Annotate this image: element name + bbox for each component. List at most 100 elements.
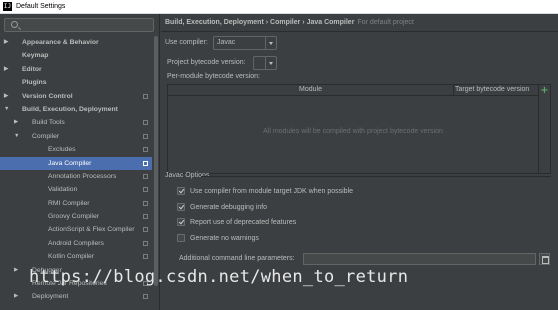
- table-toolbar: [538, 85, 551, 173]
- chevron-down-icon: [265, 57, 276, 69]
- breadcrumb: Build, Execution, Deployment › Compiler …: [165, 19, 414, 26]
- expanded-arrow-icon[interactable]: ▼: [14, 130, 19, 143]
- collapsed-arrow-icon[interactable]: ▶: [4, 63, 8, 76]
- column-header-module[interactable]: Module: [168, 86, 453, 93]
- sidebar-item-excludes[interactable]: Excludes: [0, 143, 152, 156]
- option-no-warnings[interactable]: Generate no warnings: [177, 232, 259, 244]
- sidebar-item-label: Version Control: [22, 92, 73, 100]
- sidebar-item-kotlin-compiler[interactable]: Kotlin Compiler: [0, 250, 152, 263]
- sidebar-item-label: Build, Execution, Deployment: [22, 105, 118, 113]
- sidebar-item-label: Keymap: [22, 52, 49, 60]
- sidebar-item-label: Appearance & Behavior: [22, 39, 99, 46]
- checkbox[interactable]: [177, 218, 185, 226]
- sidebar-item-deployment[interactable]: ▶ Deployment: [0, 290, 152, 303]
- sidebar-item-build-execution-deployment[interactable]: ▼ Build, Execution, Deployment: [0, 103, 152, 116]
- project-scope-icon: [143, 133, 148, 139]
- option-label: Generate debugging info: [190, 203, 268, 211]
- breadcrumb-hint: For default project: [357, 19, 414, 26]
- collapsed-arrow-icon[interactable]: ▶: [14, 290, 18, 303]
- additional-params-label: Additional command line parameters:: [179, 255, 295, 262]
- sidebar-item-label: Kotlin Compiler: [48, 253, 95, 261]
- sidebar-item-java-compiler[interactable]: Java Compiler: [0, 156, 152, 170]
- java-compiler-panel: Build, Execution, Deployment › Compiler …: [161, 14, 558, 310]
- project-scope-icon: [143, 254, 148, 260]
- project-scope-icon: [143, 214, 148, 220]
- use-compiler-value: Javac: [217, 39, 236, 46]
- per-module-label: Per-module bytecode version:: [167, 73, 260, 80]
- intellij-app-icon: IJ: [3, 2, 12, 11]
- project-scope-icon: [143, 227, 148, 233]
- project-bytecode-select[interactable]: [253, 56, 277, 70]
- option-label: Use compiler from module target JDK when…: [190, 187, 354, 195]
- add-icon[interactable]: +: [540, 86, 549, 96]
- checkbox[interactable]: [177, 234, 185, 242]
- sidebar-item-build-tools[interactable]: ▶ Build Tools: [0, 116, 152, 129]
- sidebar-item-keymap[interactable]: Keymap: [0, 49, 152, 62]
- sidebar-item-label: Groovy Compiler: [48, 213, 99, 221]
- sidebar-item-label: Android Compilers: [48, 239, 104, 247]
- option-label: Generate no warnings: [190, 234, 259, 242]
- project-scope-icon: [143, 147, 148, 153]
- settings-search-input[interactable]: [4, 18, 154, 32]
- project-scope-icon: [143, 160, 148, 166]
- option-debugging-info[interactable]: Generate debugging info: [177, 201, 267, 213]
- collapsed-arrow-icon[interactable]: ▶: [4, 36, 8, 49]
- sidebar-item-groovy-compiler[interactable]: Groovy Compiler: [0, 210, 152, 223]
- window-title-bar: IJ Default Settings: [0, 0, 558, 14]
- option-deprecated-features[interactable]: Report use of deprecated features: [177, 216, 296, 228]
- expanded-arrow-icon[interactable]: ▼: [4, 103, 9, 116]
- watermark-url: https://blog.csdn.net/when_to_return: [29, 267, 409, 287]
- column-separator[interactable]: [453, 85, 454, 96]
- sidebar-item-android-compilers[interactable]: Android Compilers: [0, 237, 152, 250]
- sidebar-item-label: Deployment: [32, 293, 69, 301]
- project-scope-icon: [143, 173, 148, 179]
- search-icon: [11, 21, 18, 28]
- sidebar-item-label: Annotation Processors: [48, 172, 117, 180]
- settings-sidebar: ▶ Appearance & Behavior Keymap ▶ Editor Plugi…: [0, 14, 160, 310]
- additional-params-input[interactable]: [303, 253, 536, 265]
- sidebar-item-label: Compiler: [32, 132, 60, 140]
- project-scope-icon: [143, 187, 148, 193]
- sidebar-item-actionscript-flex-compiler[interactable]: ActionScript & Flex Compiler: [0, 223, 152, 236]
- option-module-target-jdk[interactable]: Use compiler from module target JDK when…: [177, 185, 353, 197]
- sidebar-item-label: Build Tools: [32, 119, 65, 127]
- settings-tree: ▶ Appearance & Behavior Keymap ▶ Editor Plugi…: [0, 36, 152, 304]
- per-module-bytecode-table[interactable]: Module Target bytecode version + All mod…: [167, 84, 551, 174]
- project-scope-icon: [143, 240, 148, 246]
- expand-editor-icon[interactable]: [539, 253, 550, 265]
- sidebar-item-rmi-compiler[interactable]: RMI Compiler: [0, 197, 152, 210]
- use-compiler-select[interactable]: Javac: [213, 36, 277, 50]
- sidebar-scrollbar-thumb[interactable]: [154, 36, 158, 286]
- sidebar-item-plugins[interactable]: Plugins: [0, 76, 152, 89]
- project-bytecode-label: Project bytecode version:: [167, 59, 246, 66]
- project-scope-icon: [143, 294, 148, 300]
- sidebar-item-appearance-behavior[interactable]: ▶ Appearance & Behavior: [0, 36, 152, 49]
- sidebar-item-editor[interactable]: ▶ Editor: [0, 63, 152, 76]
- sidebar-item-label: Editor: [22, 65, 42, 73]
- sidebar-item-annotation-processors[interactable]: Annotation Processors: [0, 170, 152, 183]
- sidebar-item-label: Excludes: [48, 146, 76, 154]
- project-scope-icon: [143, 200, 148, 206]
- window-title: Default Settings: [16, 3, 66, 10]
- collapsed-arrow-icon[interactable]: ▶: [14, 264, 18, 277]
- sidebar-item-label: RMI Compiler: [48, 199, 90, 207]
- collapsed-arrow-icon[interactable]: ▶: [4, 90, 8, 103]
- sidebar-item-validation[interactable]: Validation: [0, 183, 152, 196]
- project-scope-icon: [143, 120, 148, 126]
- collapsed-arrow-icon[interactable]: ▶: [14, 116, 18, 129]
- sidebar-item-compiler[interactable]: ▼ Compiler: [0, 130, 152, 143]
- sidebar-item-label: Plugins: [22, 79, 47, 87]
- column-header-target-bytecode[interactable]: Target bytecode version: [455, 86, 529, 93]
- header-divider: [161, 31, 558, 32]
- sidebar-item-version-control[interactable]: ▶ Version Control: [0, 90, 152, 103]
- breadcrumb-path: Build, Execution, Deployment › Compiler …: [165, 19, 355, 26]
- sidebar-item-label: Java Compiler: [48, 159, 92, 167]
- sidebar-item-label: ActionScript & Flex Compiler: [48, 226, 135, 234]
- checkbox[interactable]: [177, 203, 185, 211]
- chevron-down-icon: [265, 37, 276, 49]
- sidebar-item-label: Validation: [48, 186, 78, 194]
- checkbox[interactable]: [177, 187, 185, 195]
- option-label: Report use of deprecated features: [190, 218, 297, 226]
- section-divider: [201, 176, 551, 177]
- use-compiler-label: Use compiler:: [165, 39, 208, 46]
